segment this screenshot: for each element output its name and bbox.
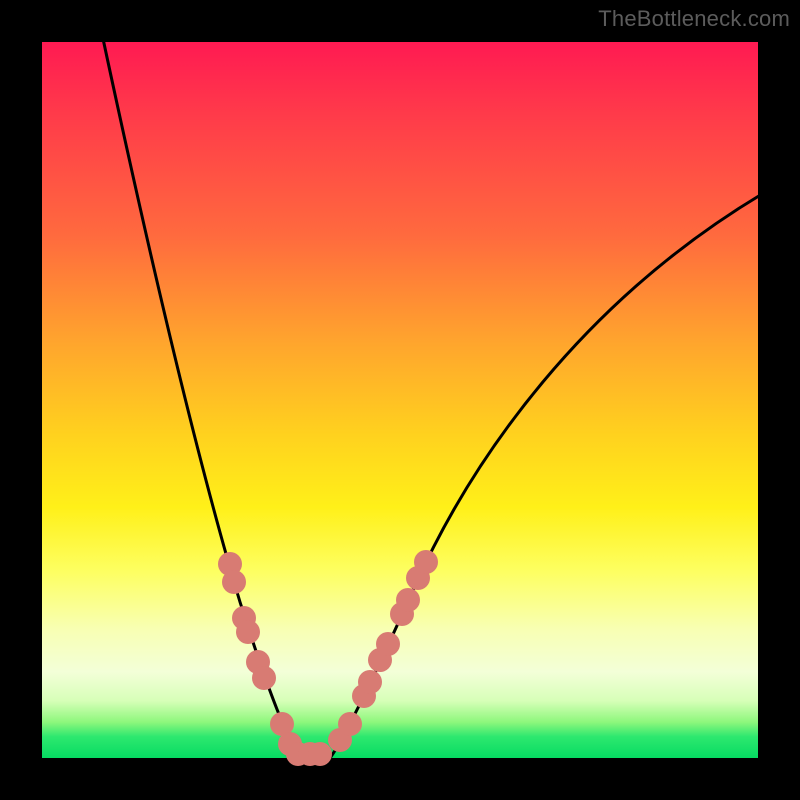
marker-group (218, 550, 438, 766)
data-marker (376, 632, 400, 656)
data-marker (338, 712, 362, 736)
chart-stage: TheBottleneck.com (0, 0, 800, 800)
data-marker (358, 670, 382, 694)
data-marker (222, 570, 246, 594)
watermark-text: TheBottleneck.com (598, 6, 790, 32)
data-marker (308, 742, 332, 766)
data-marker (236, 620, 260, 644)
plot-area (42, 42, 758, 758)
left-curve (102, 34, 300, 758)
data-marker (252, 666, 276, 690)
data-marker (414, 550, 438, 574)
data-marker (396, 588, 420, 612)
right-curve (330, 194, 762, 758)
curve-layer (42, 42, 758, 758)
